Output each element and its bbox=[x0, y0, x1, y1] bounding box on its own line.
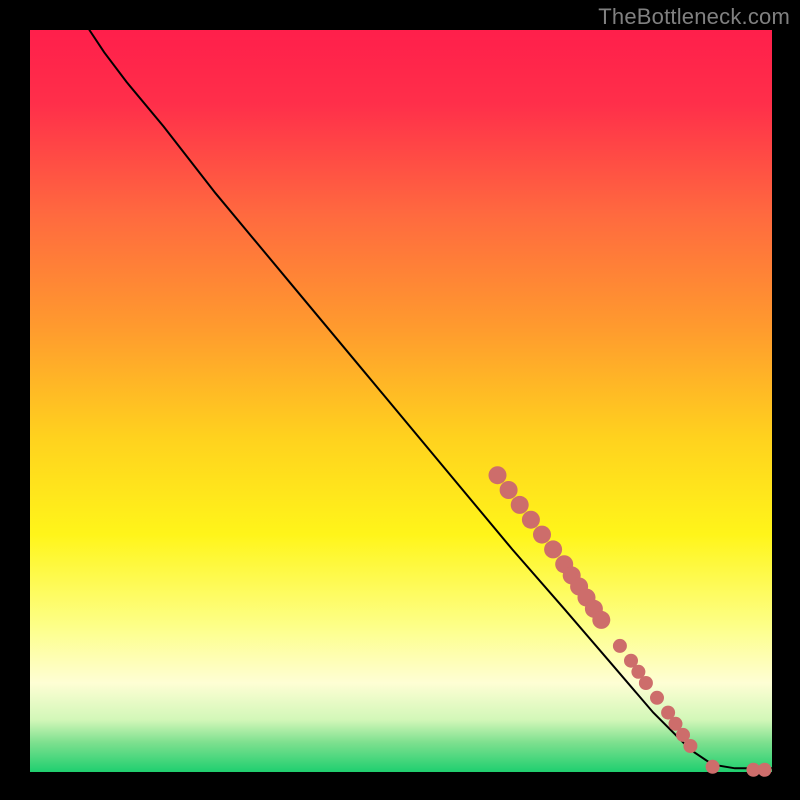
scatter-dot bbox=[706, 760, 720, 774]
plot-area bbox=[30, 30, 772, 772]
scatter-dot bbox=[511, 496, 529, 514]
scatter-dot bbox=[683, 739, 697, 753]
scatter-dot bbox=[544, 540, 562, 558]
scatter-dot bbox=[650, 691, 664, 705]
scatter-dot bbox=[500, 481, 518, 499]
scatter-dot bbox=[489, 466, 507, 484]
scatter-dot bbox=[613, 639, 627, 653]
scatter-dot bbox=[592, 611, 610, 629]
chart-container: TheBottleneck.com bbox=[0, 0, 800, 800]
scatter-dot bbox=[639, 676, 653, 690]
scatter-dot bbox=[758, 763, 772, 777]
chart-svg bbox=[0, 0, 800, 800]
scatter-dot bbox=[522, 511, 540, 529]
scatter-dot bbox=[533, 526, 551, 544]
